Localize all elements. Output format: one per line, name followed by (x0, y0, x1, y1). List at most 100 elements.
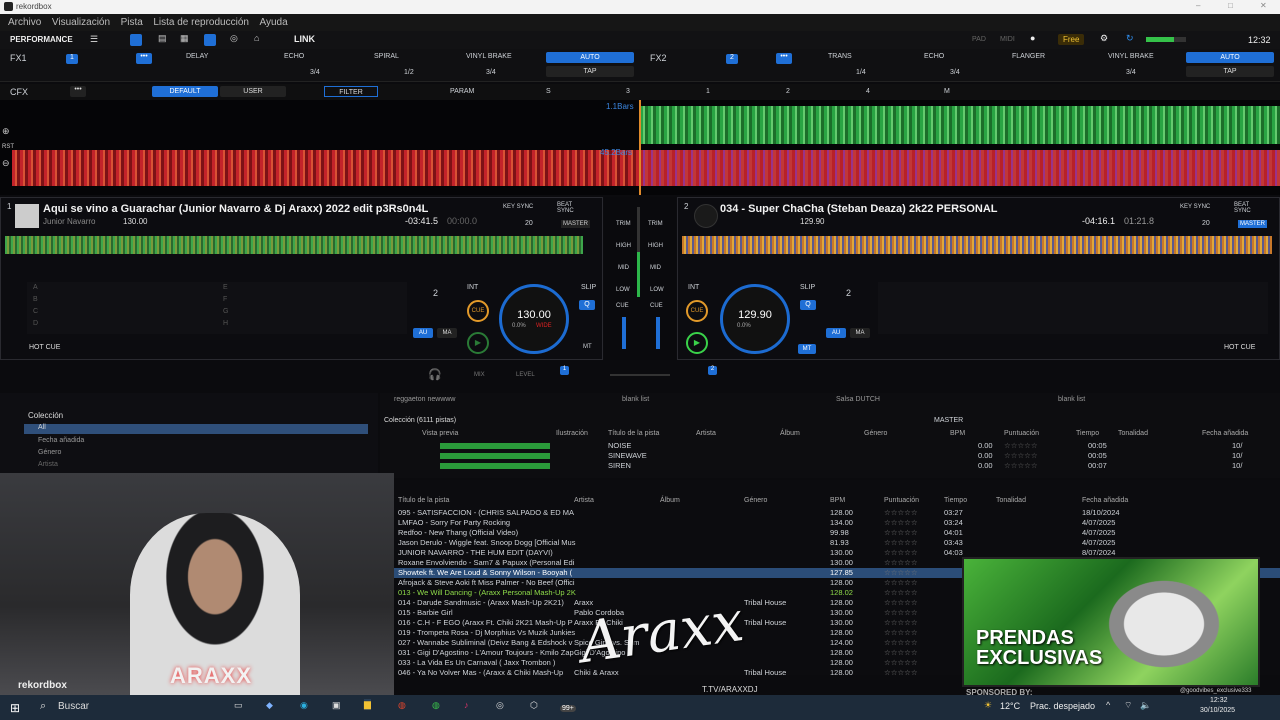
deck2-key-sync[interactable]: KEY SYNC (1180, 204, 1210, 210)
deck1-master-button[interactable]: MASTER (561, 220, 591, 228)
deck1-mt-button[interactable]: MT (583, 344, 592, 350)
mixer-cue-2[interactable]: CUE (650, 303, 663, 309)
free-badge[interactable]: Free (1058, 34, 1085, 45)
fx1-tap-button[interactable]: TAP (546, 66, 634, 77)
tl-col-genre[interactable]: Género (744, 497, 767, 504)
taskbar-search-icon[interactable]: ⌕ (40, 700, 46, 713)
tree-item-artista[interactable]: Artista (38, 461, 58, 468)
track-rating[interactable]: ☆☆☆☆☆ (884, 648, 918, 658)
col-genre[interactable]: Género (864, 430, 887, 437)
fx2-effect-4[interactable]: VINYL BRAKE (1108, 53, 1154, 60)
deck2-ma-button[interactable]: MA (850, 328, 870, 338)
col-rating[interactable]: Puntuación (1004, 430, 1039, 437)
link-button[interactable]: LINK (294, 34, 315, 44)
tree-item-genero[interactable]: Género (38, 449, 61, 456)
edge-icon[interactable]: ◉ (300, 700, 308, 711)
fx2-auto-button[interactable]: AUTO (1186, 52, 1274, 63)
deck1-beat-sync[interactable]: BEAT SYNC (557, 202, 583, 214)
record-icon[interactable]: ◎ (230, 33, 238, 44)
view2-icon[interactable]: ▤ (158, 33, 167, 44)
col-time[interactable]: Tiempo (1076, 430, 1099, 437)
taskbar-search[interactable]: Buscar (58, 701, 89, 712)
mixer-trim-1[interactable]: TRIM (616, 221, 631, 227)
task-view-icon[interactable]: ▭ (234, 700, 243, 711)
tree-item-all[interactable]: All (24, 424, 368, 434)
deck1-pad-d[interactable]: D (33, 320, 38, 327)
fx2-effect-3[interactable]: FLANGER (1012, 53, 1045, 60)
collection-row[interactable]: SIREN 0.00 ☆☆☆☆☆ 00:07 10/ (384, 461, 1264, 471)
pad-label[interactable]: PAD (972, 36, 986, 43)
deck2-beat-sync[interactable]: BEAT SYNC (1234, 202, 1260, 214)
notifications-badge[interactable]: 99+ (560, 705, 576, 712)
deck1-waveform[interactable] (5, 236, 583, 254)
deck2-int-select[interactable]: INT (688, 284, 699, 291)
track-rating[interactable]: ☆☆☆☆☆ (884, 558, 918, 568)
col-key[interactable]: Tonalidad (1118, 430, 1148, 437)
sync-icon[interactable]: ↻ (1126, 33, 1134, 44)
fx2-effect-2[interactable]: ECHO (924, 53, 944, 60)
table-row[interactable]: LMFAO - Sorry For Party Rocking 134.00 03:… (394, 518, 1280, 528)
col-preview[interactable]: Vista previa (422, 430, 458, 437)
fx1-auto-button[interactable]: AUTO (546, 52, 634, 63)
track-rating[interactable]: ☆☆☆☆☆ (884, 618, 918, 628)
volume-icon[interactable]: 🔈 (1140, 700, 1151, 711)
layout-icon[interactable]: ☰ (90, 34, 98, 45)
files-icon[interactable]: ▆ (364, 699, 371, 710)
deck2-waveform[interactable] (682, 236, 1272, 254)
cfx-filter-button[interactable]: FILTER (324, 86, 378, 97)
weather-temp[interactable]: 12°C (1000, 701, 1020, 711)
track-rating[interactable]: ☆☆☆☆☆ (884, 538, 918, 548)
maximize-icon[interactable]: □ (1228, 1, 1233, 10)
deck2-cue-button[interactable]: CUE (686, 300, 708, 322)
col-artwork[interactable]: Ilustración (556, 430, 588, 437)
fx1-more-button[interactable]: ••• (136, 53, 152, 64)
table-row[interactable]: Jason Derulo - Wiggle feat. Snoop Dogg [… (394, 538, 1280, 548)
fx2-more-button[interactable]: ••• (776, 53, 792, 64)
track-rating[interactable]: ☆☆☆☆☆ (884, 578, 918, 588)
deck2-hotcue-select[interactable]: HOT CUE (1224, 344, 1255, 351)
master-select[interactable]: MASTER (934, 417, 963, 424)
tree-item-fecha[interactable]: Fecha añadida (38, 437, 84, 444)
minimize-icon[interactable]: – (1196, 1, 1200, 10)
cfx-default-button[interactable]: DEFAULT (152, 86, 218, 97)
track-rating[interactable]: ☆☆☆☆☆ (884, 658, 918, 668)
menu-visualizacion[interactable]: Visualización (52, 14, 110, 31)
grid-icon[interactable]: ▦ (180, 33, 189, 44)
chrome-icon[interactable]: ◍ (398, 700, 406, 711)
crossfader-assign-1[interactable]: 1 (560, 366, 569, 375)
deck1-q-button[interactable]: Q (579, 300, 595, 310)
mixer-mid-1[interactable]: MID (618, 265, 629, 271)
mixer-trim-2[interactable]: TRIM (648, 221, 663, 227)
deck2-jog-wheel[interactable]: 129.90 0.0% (720, 284, 790, 354)
menu-ayuda[interactable]: Ayuda (259, 14, 287, 31)
fx2-effect-1[interactable]: TRANS (828, 53, 852, 60)
track-rating[interactable]: ☆☆☆☆☆ (884, 638, 918, 648)
crossfader[interactable] (610, 374, 670, 376)
zoom-out-icon[interactable]: ⊖ (2, 158, 10, 169)
deck1-pad-c[interactable]: C (33, 308, 38, 315)
mixer-cue-1[interactable]: CUE (616, 303, 629, 309)
col-bpm[interactable]: BPM (950, 430, 965, 437)
tl-col-time[interactable]: Tiempo (944, 497, 967, 504)
obs-icon[interactable]: ◎ (496, 700, 504, 711)
channel-fader-1[interactable] (622, 317, 626, 349)
collection-row[interactable]: SINEWAVE 0.00 ☆☆☆☆☆ 00:05 10/ (384, 451, 1264, 461)
wifi-icon[interactable]: ⌔ (1124, 700, 1132, 711)
fx1-effect-3[interactable]: SPIRAL (374, 53, 399, 60)
mixer-mid-2[interactable]: MID (650, 265, 661, 271)
info-icon[interactable]: ● (1030, 33, 1035, 43)
table-row[interactable]: 095 - SATISFACCION - (CHRIS SALPADO & ED… (394, 508, 1280, 518)
track-rating[interactable]: ☆☆☆☆☆ (884, 548, 918, 558)
track-rating[interactable]: ☆☆☆☆☆ (884, 588, 918, 598)
playlist-tab-4[interactable]: blank list (1058, 396, 1085, 403)
track-rating[interactable]: ☆☆☆☆☆ (884, 608, 918, 618)
track-rating[interactable]: ☆☆☆☆☆ (884, 528, 918, 538)
col-artist[interactable]: Artista (696, 430, 716, 437)
fx1-deck-1-button[interactable]: 1 (66, 54, 78, 64)
tl-col-date[interactable]: Fecha añadida (1082, 497, 1128, 504)
crossfader-assign-2[interactable]: 2 (708, 366, 717, 375)
menu-pista[interactable]: Pista (121, 14, 143, 31)
playlist-tab-3[interactable]: Salsa DUTCH (836, 396, 880, 403)
deck1-cue-button[interactable]: CUE (467, 300, 489, 322)
weather-text[interactable]: Prac. despejado (1030, 701, 1095, 711)
